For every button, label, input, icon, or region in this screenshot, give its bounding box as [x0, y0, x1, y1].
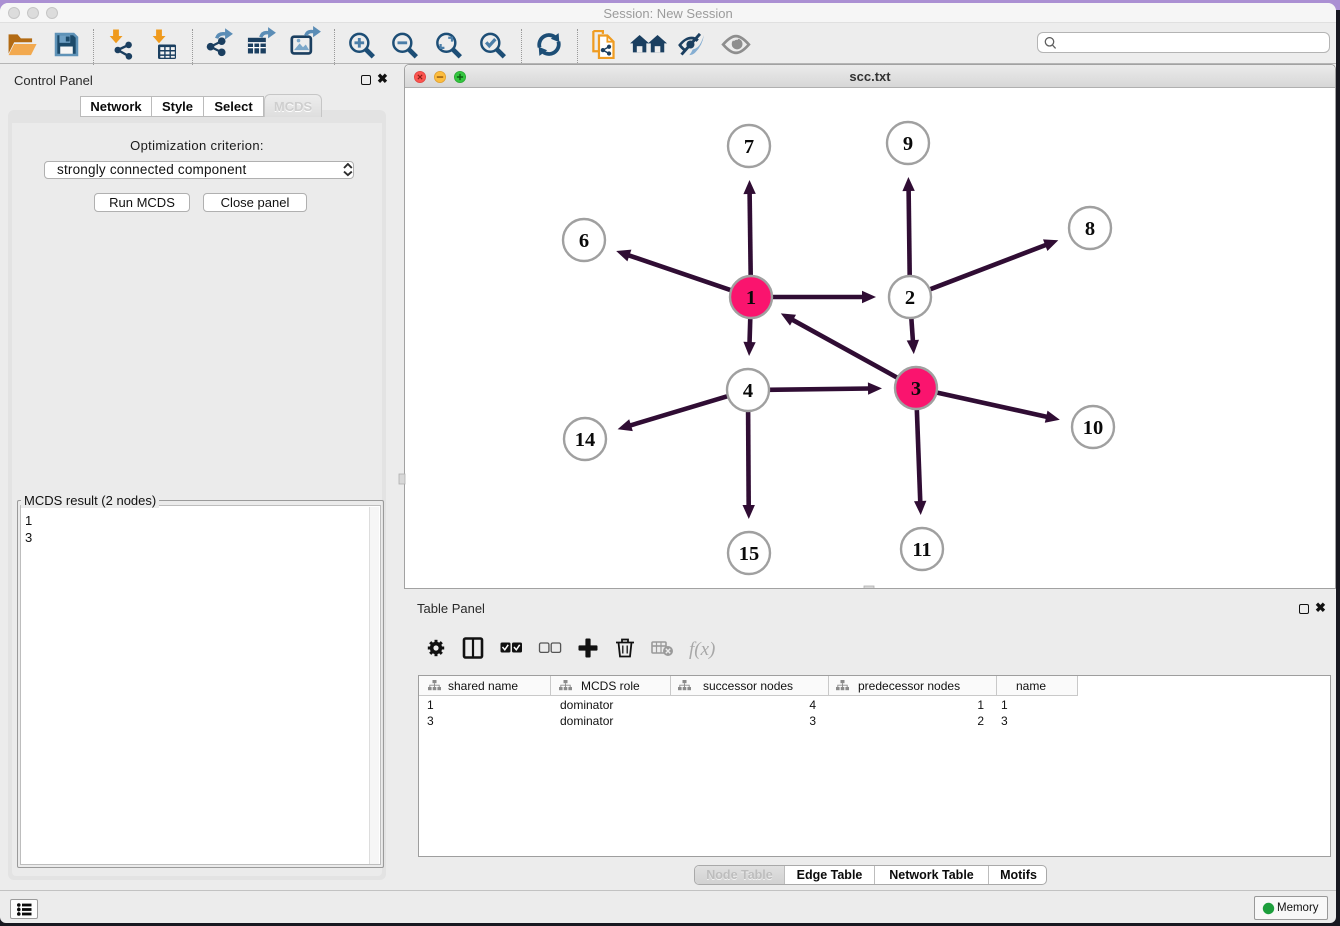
svg-text:1: 1 [746, 287, 756, 309]
svg-text:9: 9 [903, 133, 913, 155]
svg-text:15: 15 [739, 543, 760, 565]
svg-text:10: 10 [1083, 417, 1104, 439]
svg-text:f(x): f(x) [689, 639, 715, 660]
svg-text:2: 2 [905, 287, 915, 309]
svg-text:6: 6 [579, 230, 589, 252]
svg-text:4: 4 [743, 380, 753, 402]
svg-text:3: 3 [911, 378, 921, 400]
svg-text:11: 11 [912, 539, 931, 561]
svg-text:7: 7 [744, 136, 754, 158]
svg-text:14: 14 [575, 429, 596, 451]
svg-text:8: 8 [1085, 218, 1095, 240]
